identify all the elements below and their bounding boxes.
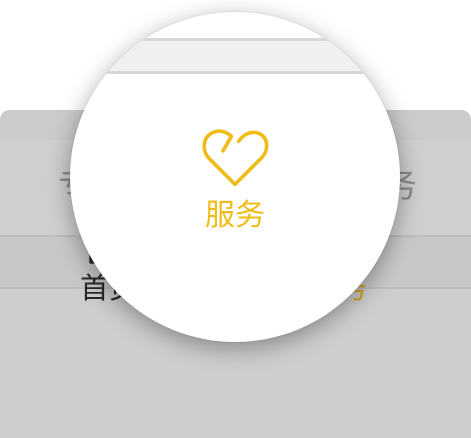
magnified-tab-service-label: 服务	[205, 198, 265, 233]
magnified-tab-service[interactable]: 服务	[175, 122, 295, 234]
magnifier-lens: 服务	[70, 12, 400, 342]
heart-icon	[202, 129, 269, 187]
content-band	[70, 41, 400, 71]
screen: 专 务 首页 服务 服务	[0, 0, 471, 438]
divider	[70, 71, 400, 74]
